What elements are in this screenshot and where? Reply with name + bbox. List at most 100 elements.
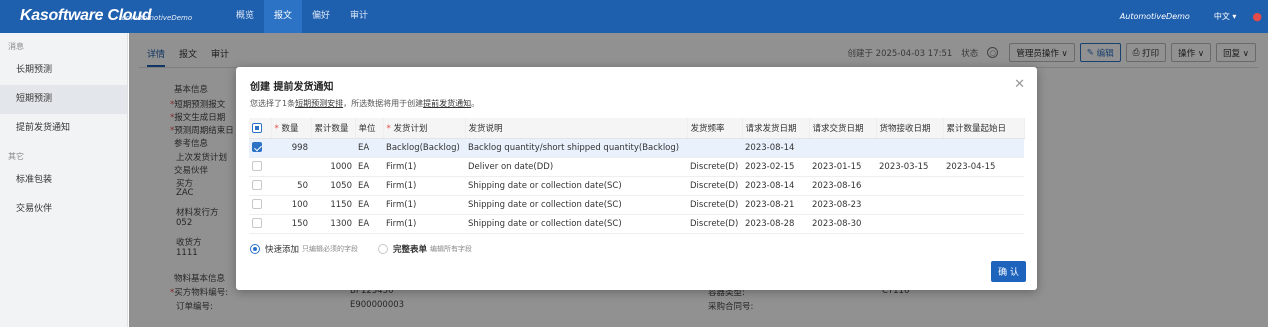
create-asn-dialog: 创建 提前发货通知 ✕ 您选择了1条短期预测安排，所选数据将用于创建提前发货通知… [236,67,1037,290]
col-ship-frequency[interactable]: 发货频率 [687,118,743,139]
cell-plan[interactable]: Firm(1) [383,157,465,177]
cell-qty[interactable]: 100 [271,195,311,215]
sidebar-item-long-term-forecast[interactable]: 长期预测 [0,56,127,85]
table-row[interactable]: 100 1150 EA Firm(1) Shipping date or col… [249,195,1024,215]
add-mode-radio-group: 快速添加 只编辑必须的字段 完整表单 编辑所有字段 [250,243,492,255]
checkbox-icon[interactable] [252,218,262,229]
row-checkbox-cell[interactable] [249,157,271,177]
cell-note: Deliver on date(DD) [465,157,687,177]
cell-plan[interactable]: Firm(1) [383,176,465,196]
sidebar-item-trading-partners[interactable]: 交易伙伴 [0,195,127,224]
sidebar-item-asn[interactable]: 提前发货通知 [0,114,127,143]
col-label: 数量 [281,123,299,134]
row-checkbox-cell[interactable] [249,214,271,234]
cell-plan[interactable]: Firm(1) [383,214,465,234]
cell-req-ship: 2023-08-21 [742,195,809,215]
cell-note: Shipping date or collection date(SC) [465,176,687,196]
sidebar-group-other: 其它 [8,152,24,161]
nav-messages[interactable]: 报文 [264,0,303,33]
close-icon[interactable]: ✕ [1014,77,1025,92]
tenant-name[interactable]: AutomotiveDemo [1120,12,1190,21]
col-quantity[interactable]: * 数量 [271,118,312,139]
select-all-checkbox[interactable] [249,118,272,139]
cell-freq: Discrete(D) [687,157,742,177]
cell-qty[interactable]: 50 [271,176,311,196]
cell-req-ship: 2023-08-14 [742,176,809,196]
col-unit[interactable]: 单位 [355,118,384,139]
dialog-description: 您选择了1条短期预测安排，所选数据将用于创建提前发货通知。 [250,98,479,109]
cell-recv: 2023-03-15 [876,157,943,177]
col-req-ship-date[interactable]: 请求发货日期 [742,118,810,139]
checkbox-icon[interactable] [252,199,262,210]
col-ship-plan[interactable]: * 发货计划 [383,118,466,139]
desc-text: 您选择了1条 [250,99,296,108]
cell-req-deliv: 2023-08-23 [809,195,876,215]
cell-note: Shipping date or collection date(SC) [465,195,687,215]
radio-icon[interactable] [378,244,389,254]
cell-recv [876,195,943,215]
quick-add-option[interactable]: 快速添加 [265,243,299,255]
cell-qty[interactable]: 150 [271,214,311,234]
cell-plan[interactable]: Backlog(Backlog) [383,138,465,158]
cell-qty[interactable] [271,157,311,177]
cell-freq [687,138,742,158]
full-form-hint: 编辑所有字段 [430,245,473,253]
col-receipt-date[interactable]: 货物接收日期 [876,118,944,139]
cell-freq: Discrete(D) [687,195,742,215]
quick-add-hint: 只编辑必须的字段 [302,245,359,253]
language-selector[interactable]: 中文 ▾ [1214,11,1237,22]
cell-cum: 1150 [311,195,355,215]
cell-qty[interactable]: 998 [271,138,311,158]
nav-preferences[interactable]: 偏好 [302,0,340,33]
sidebar-item-short-term-forecast[interactable]: 短期预测 [0,85,127,114]
col-cum-start-date[interactable]: 累计数量起始日 [943,118,1025,139]
radio-selected-icon[interactable] [250,244,260,254]
sidebar-item-standard-packaging[interactable]: 标准包装 [0,166,127,195]
row-checkbox-cell[interactable] [249,195,271,215]
cell-cum-start [943,138,1024,158]
dialog-title: 创建 提前发货通知 [250,82,334,93]
desc-link-asn[interactable]: 提前发货通知 [423,99,471,108]
checkbox-checked-icon[interactable] [252,142,262,153]
top-nav: 概览 报文 偏好 审计 [226,0,378,33]
cell-freq: Discrete(D) [687,176,742,196]
user-icon[interactable]: ● [1252,10,1262,23]
nav-audit[interactable]: 审计 [340,0,378,33]
cell-req-deliv: 2023-01-15 [809,157,876,177]
cell-unit: EA [355,157,383,177]
checkbox-partial-icon[interactable] [252,122,262,133]
cell-cum [311,138,355,158]
nav-overview[interactable]: 概览 [226,0,264,33]
col-label: 发货计划 [393,123,428,134]
table-row[interactable]: 998 EA Backlog(Backlog) Backlog quantity… [249,138,1024,158]
cell-req-ship: 2023-08-28 [742,214,809,234]
confirm-button[interactable]: 确 认 [991,261,1026,282]
schedule-table: * 数量 累计数量 单位 * 发货计划 发货说明 发货频率 请求发货日期 请求交… [249,118,1025,234]
full-form-option[interactable]: 完整表单 [393,243,427,255]
col-req-delivery-date[interactable]: 请求交货日期 [809,118,877,139]
row-checkbox-cell[interactable] [249,138,271,158]
cell-cum: 1050 [311,176,355,196]
col-ship-note[interactable]: 发货说明 [465,118,688,139]
checkbox-icon[interactable] [252,180,262,191]
sidebar: 消息 长期预测 短期预测 提前发货通知 其它 标准包装 交易伙伴 [0,33,128,327]
col-cumulative-qty[interactable]: 累计数量 [311,118,356,139]
desc-link-forecast[interactable]: 短期预测安排 [295,99,343,108]
cell-cum: 1000 [311,157,355,177]
table-row[interactable]: 150 1300 EA Firm(1) Shipping date or col… [249,214,1024,234]
cell-plan[interactable]: Firm(1) [383,195,465,215]
cell-cum-start [943,195,1024,215]
cell-unit: EA [355,214,383,234]
table-row[interactable]: 1000 EA Firm(1) Deliver on date(DD) Disc… [249,157,1024,177]
cell-req-deliv: 2023-08-30 [809,214,876,234]
row-checkbox-cell[interactable] [249,176,271,196]
cell-unit: EA [355,176,383,196]
table-header-row: * 数量 累计数量 单位 * 发货计划 发货说明 发货频率 请求发货日期 请求交… [249,118,1025,139]
brand-subtitle: for AutomotiveDemo [119,14,193,22]
cell-note: Shipping date or collection date(SC) [465,214,687,234]
checkbox-icon[interactable] [252,161,262,172]
cell-recv [876,176,943,196]
cell-freq: Discrete(D) [687,214,742,234]
topbar-right: AutomotiveDemo 中文 ▾ ● [1120,0,1268,33]
table-row[interactable]: 50 1050 EA Firm(1) Shipping date or coll… [249,176,1024,196]
